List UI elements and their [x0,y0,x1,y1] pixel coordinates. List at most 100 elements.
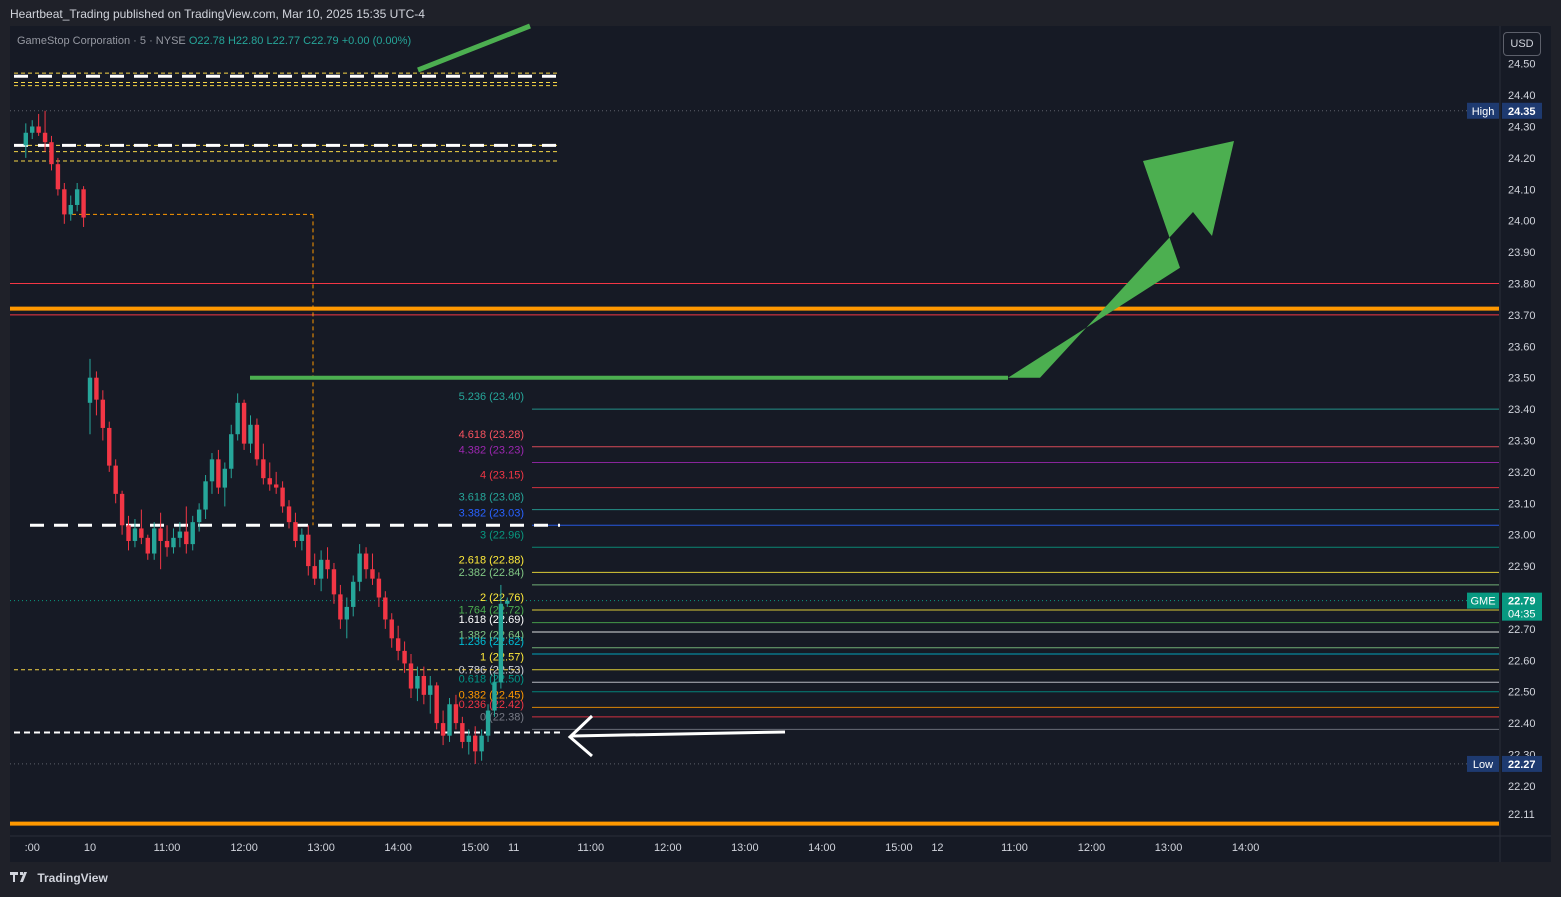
x-tick-label-0: :00 [25,842,40,854]
price-badge-name: GME [1470,596,1495,608]
candle-body-16 [126,525,131,541]
candle-body-36 [254,424,260,460]
fib-label-11: 1.618 (22.69) [459,614,524,626]
candle-body-58 [395,638,401,651]
candle-body-7 [68,204,73,215]
fib-label-8: 2.382 (22.84) [459,567,524,579]
price-badge-name: High [1472,106,1495,118]
candle-body-43 [299,534,305,541]
y-tick-label-12: 23.30 [1508,435,1536,447]
candle-body-46 [318,559,324,579]
x-tick-label-3: 12:00 [230,842,258,854]
x-tick-label-7: 11 [508,842,519,854]
candlestick-chart[interactable]: 5.236 (23.40) 4.618 (23.28) 4.382 (23.23) 4… [0,0,1561,897]
fib-label-5: 3.382 (23.03) [459,507,524,519]
y-tick-label-8: 23.70 [1508,310,1536,322]
y-tick-label-1: 24.40 [1508,90,1536,102]
candle-body-3 [42,132,48,143]
candle-body-31 [222,468,228,488]
candle-body-70 [473,735,478,752]
candle-body-59 [402,650,407,664]
y-tick-label-19: 22.50 [1508,687,1536,699]
candle-body-40 [280,487,285,507]
candle-body-0 [23,132,28,146]
brand-name: TradingView [37,871,108,885]
y-tick-label-10: 23.50 [1508,373,1536,385]
candle-body-62 [421,675,427,695]
candle-body-67 [453,704,459,724]
candle-body-21 [158,528,163,541]
candle-body-69 [466,735,471,742]
candle-body-1 [30,126,35,133]
y-tick-label-22: 22.20 [1508,781,1536,793]
x-tick-label-9: 12:00 [654,842,682,854]
y-tick-label-6: 23.90 [1508,247,1536,259]
candle-body-32 [229,434,234,469]
fib-label-7: 2.618 (22.88) [459,554,524,566]
x-tick-label-5: 14:00 [384,842,412,854]
x-tick-label-10: 13:00 [731,842,759,854]
candle-body-17 [132,528,138,541]
candle-body-53 [363,553,369,570]
fib-label-13: 1.236 (22.62) [459,636,524,648]
candle-body-47 [325,559,330,570]
y-tick-label-18: 22.60 [1508,655,1536,667]
footer-brand: TradingView [10,871,108,885]
candle-body-50 [344,606,349,620]
y-tick-label-7: 23.80 [1508,278,1536,290]
candle-body-18 [139,528,144,538]
price-badge-low: Low 22.27 [1467,755,1542,772]
candle-body-68 [460,723,465,742]
price-badge-countdown: 04:35 [1508,609,1536,621]
candle-body-5 [55,164,61,190]
candle-body-2 [36,126,41,133]
x-tick-label-8: 11:00 [577,842,604,854]
x-tick-label-14: 11:00 [1001,842,1028,854]
x-tick-label-12: 15:00 [885,842,913,854]
candle-body-73 [492,682,497,711]
currency-button[interactable]: USD [1503,32,1541,56]
candle-body-33 [235,402,240,435]
candle-body-63 [428,685,433,695]
fib-label-6: 3 (22.96) [480,529,524,541]
candle-body-15 [119,493,125,526]
x-tick-label-17: 14:00 [1232,842,1260,854]
candle-body-22 [164,540,170,548]
candle-body-29 [209,459,215,482]
candle-body-28 [203,481,208,510]
candle-body-25 [184,531,189,545]
x-tick-label-6: 15:00 [461,842,489,854]
candle-body-57 [389,619,394,639]
candle-body-20 [152,528,157,554]
y-tick-label-15: 23.00 [1508,530,1536,542]
candle-body-8 [74,189,80,205]
y-tick-label-17: 22.70 [1508,624,1536,636]
candle-body-66 [447,704,452,736]
y-tick-label-9: 23.60 [1508,341,1536,353]
candle-body-41 [286,506,292,523]
candle-body-34 [241,402,247,444]
candle-body-74 [498,603,504,683]
y-tick-label-2: 24.30 [1508,121,1536,133]
x-tick-label-4: 13:00 [307,842,335,854]
candle-body-24 [177,531,183,538]
y-tick-label-0: 24.50 [1508,59,1536,71]
candle-body-19 [145,537,150,554]
tradingview-logo-icon [10,871,30,885]
candle-body-75 [505,600,510,604]
x-tick-label-15: 12:00 [1078,842,1106,854]
plot-area [10,26,1499,833]
y-tick-label-23: 22.11 [1508,809,1535,821]
y-tick-label-14: 23.10 [1508,498,1536,510]
x-tick-label-11: 14:00 [808,842,836,854]
candle-body-52 [357,553,362,582]
candle-body-37 [261,459,266,479]
candle-body-30 [216,459,221,488]
fib-label-4: 3.618 (23.08) [459,492,524,504]
y-tick-label-11: 23.40 [1508,404,1536,416]
candle-body-42 [293,522,298,541]
candle-body-13 [107,427,112,466]
y-tick-label-13: 23.20 [1508,467,1536,479]
candle-body-10 [87,377,93,403]
candle-body-61 [415,675,420,689]
